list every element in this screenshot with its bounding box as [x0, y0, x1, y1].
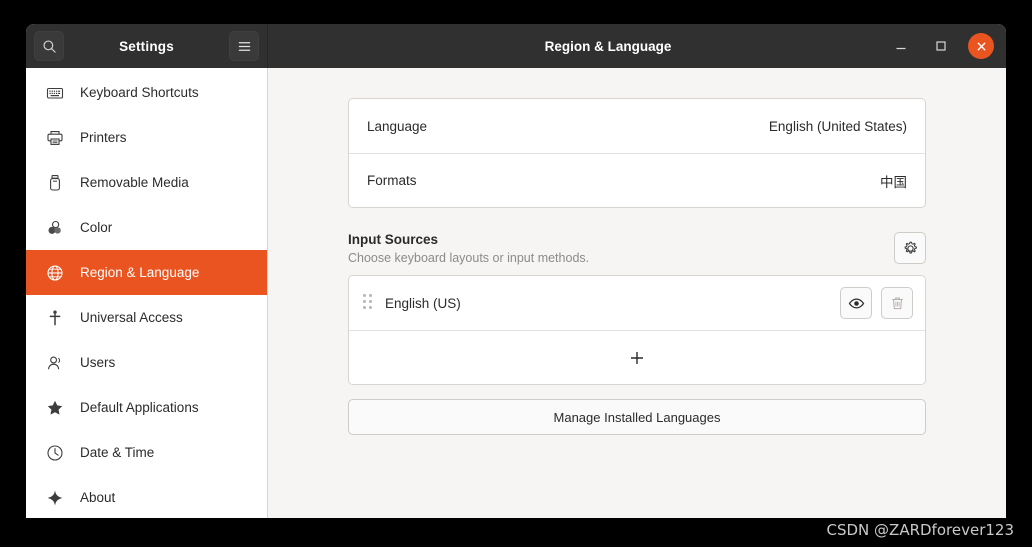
manage-installed-languages-button[interactable]: Manage Installed Languages: [348, 399, 926, 435]
sidebar-item-label: Default Applications: [80, 400, 199, 415]
formats-label: Formats: [367, 173, 417, 188]
main-content: Language English (United States) Formats…: [268, 68, 1006, 518]
sidebar-item-about[interactable]: About: [26, 475, 267, 518]
app-title: Settings: [119, 38, 174, 54]
settings-window: Settings Region & Language Keyboard Shor…: [26, 24, 1006, 518]
titlebar-left-section: Settings: [26, 24, 268, 68]
sparkle-icon: [46, 489, 64, 507]
window-controls: [888, 33, 994, 59]
sidebar-item-label: Region & Language: [80, 265, 200, 280]
globe-icon: [46, 264, 64, 282]
sidebar-item-label: Keyboard Shortcuts: [80, 85, 199, 100]
preview-layout-button[interactable]: [840, 287, 872, 319]
sidebar-item-default-applications[interactable]: Default Applications: [26, 385, 267, 430]
watermark: CSDN @ZARDforever123: [826, 521, 1014, 539]
formats-value: 中国: [880, 174, 907, 190]
sidebar-item-color[interactable]: Color: [26, 205, 267, 250]
search-button[interactable]: [34, 31, 64, 61]
input-sources-text: Input Sources Choose keyboard layouts or…: [348, 232, 589, 265]
titlebar-right-section: Region & Language: [268, 24, 1006, 68]
sidebar-item-label: About: [80, 490, 116, 505]
minimize-button[interactable]: [888, 33, 914, 59]
input-sources-settings-button[interactable]: [894, 232, 926, 264]
sidebar-item-label: Users: [80, 355, 116, 370]
maximize-button[interactable]: [928, 33, 954, 59]
input-source-name: English (US): [385, 295, 461, 311]
keyboard-icon: [46, 84, 64, 102]
sidebar-item-label: Printers: [80, 130, 127, 145]
input-source-row[interactable]: English (US): [349, 276, 925, 330]
sidebar-item-removable-media[interactable]: Removable Media: [26, 160, 267, 205]
star-icon: [46, 399, 64, 417]
content-pane: Language English (United States) Formats…: [348, 98, 926, 435]
sidebar-item-label: Universal Access: [80, 310, 183, 325]
window-body: Keyboard Shortcuts Printers Removable Me…: [26, 68, 1006, 518]
menu-button[interactable]: [229, 31, 259, 61]
accessibility-icon: [46, 309, 64, 327]
page-title: Region & Language: [544, 38, 672, 54]
color-circles-icon: [46, 219, 64, 237]
input-sources-subtitle: Choose keyboard layouts or input methods…: [348, 251, 590, 265]
language-value: English (United States): [768, 118, 907, 134]
sidebar-item-label: Date & Time: [80, 445, 155, 460]
search-icon: [42, 39, 56, 53]
sidebar-item-date-time[interactable]: Date & Time: [26, 430, 267, 475]
input-source-actions: [840, 287, 913, 319]
remove-source-button[interactable]: [881, 287, 913, 319]
eye-icon: [848, 298, 864, 308]
input-sources-title: Input Sources: [348, 232, 439, 247]
plus-icon: [631, 351, 643, 364]
hamburger-menu-icon: [238, 41, 250, 51]
printer-icon: [46, 129, 64, 147]
close-icon: [977, 42, 985, 50]
gear-icon: [904, 241, 917, 253]
sidebar-item-users[interactable]: Users: [26, 340, 267, 385]
close-button[interactable]: [968, 33, 994, 59]
input-sources-header: Input Sources Choose keyboard layouts or…: [348, 232, 926, 265]
sidebar-item-printers[interactable]: Printers: [26, 115, 267, 160]
users-icon: [46, 354, 64, 372]
sidebar-item-region-language[interactable]: Region & Language: [26, 250, 267, 295]
add-input-source-button[interactable]: [349, 330, 925, 384]
formats-row[interactable]: Formats 中国: [349, 153, 925, 207]
trash-icon: [891, 297, 903, 309]
titlebar: Settings Region & Language: [26, 24, 1006, 68]
clock-icon: [46, 444, 64, 462]
sidebar-item-universal-access[interactable]: Universal Access: [26, 295, 267, 340]
sidebar-item-label: Color: [80, 220, 113, 235]
language-formats-card: Language English (United States) Formats…: [348, 98, 926, 208]
drag-handle-icon[interactable]: [363, 294, 373, 312]
usb-drive-icon: [46, 174, 64, 192]
minimize-icon: [896, 47, 906, 50]
language-row[interactable]: Language English (United States): [349, 99, 925, 153]
sidebar-item-label: Removable Media: [80, 175, 189, 190]
sidebar-item-keyboard-shortcuts[interactable]: Keyboard Shortcuts: [26, 70, 267, 115]
input-sources-card: English (US): [348, 275, 926, 385]
maximize-icon: [936, 41, 946, 51]
sidebar: Keyboard Shortcuts Printers Removable Me…: [26, 68, 268, 518]
language-label: Language: [367, 118, 428, 134]
